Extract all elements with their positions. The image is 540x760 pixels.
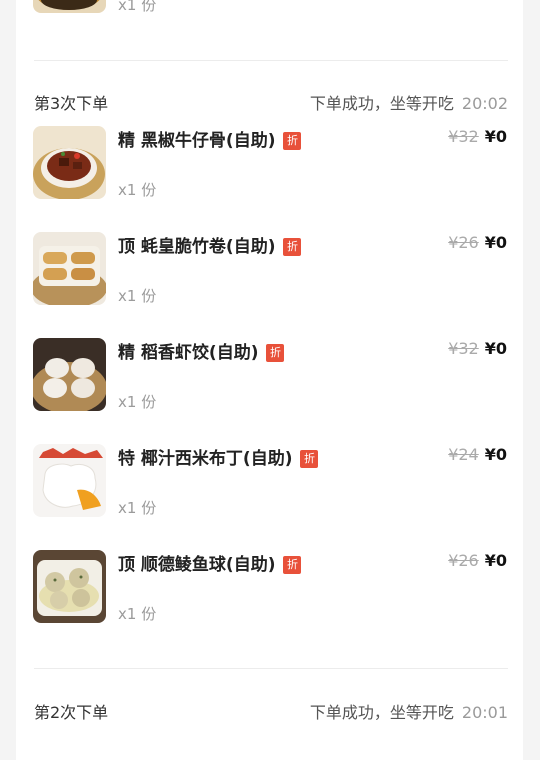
- current-price: ¥0: [484, 339, 507, 358]
- dish-price: ¥24 ¥0: [448, 445, 507, 464]
- order-header: 第2次下单 下单成功，坐等开吃 20:01: [34, 699, 508, 723]
- discount-badge: 折: [283, 132, 302, 150]
- discount-badge: 折: [283, 556, 302, 574]
- original-price: ¥32: [448, 339, 479, 358]
- dish-name-text: 精 黑椒牛仔骨(自助): [118, 131, 276, 151]
- divider: [34, 668, 508, 669]
- dish-quantity: x1 份: [118, 499, 157, 517]
- current-price: ¥0: [484, 551, 507, 570]
- original-price: ¥24: [448, 445, 479, 464]
- dish-price: ¥32 ¥0: [448, 339, 507, 358]
- dish-thumbnail[interactable]: [33, 444, 106, 517]
- dish-name[interactable]: 精 稻香虾饺(自助) 折: [118, 338, 285, 363]
- original-price: ¥26: [448, 233, 479, 252]
- dish-price: ¥32 ¥0: [448, 127, 507, 146]
- dish-thumbnail[interactable]: [33, 338, 106, 411]
- dish-thumbnail[interactable]: [33, 126, 106, 199]
- current-price: ¥0: [484, 127, 507, 146]
- discount-badge: 折: [300, 450, 319, 468]
- dish-quantity: x1 份: [118, 0, 157, 14]
- dish-name[interactable]: 特 椰汁西米布丁(自助) 折: [118, 444, 319, 469]
- dish-price: ¥26 ¥0: [448, 233, 507, 252]
- dish-quantity: x1 份: [118, 287, 157, 305]
- discount-badge: 折: [266, 344, 285, 362]
- order-status-group: 下单成功，坐等开吃 20:02: [310, 90, 508, 114]
- dish-name-text: 顶 顺德鲮鱼球(自助): [118, 555, 276, 575]
- dish-name-text: 精 稻香虾饺(自助): [118, 343, 259, 363]
- dish-quantity: x1 份: [118, 605, 157, 623]
- current-price: ¥0: [484, 445, 507, 464]
- dish-name[interactable]: 顶 顺德鲮鱼球(自助) 折: [118, 550, 302, 575]
- order-status-group: 下单成功，坐等开吃 20:01: [310, 699, 508, 723]
- order-status: 下单成功，坐等开吃: [309, 703, 454, 722]
- order-status: 下单成功，坐等开吃: [309, 94, 454, 113]
- dish-name[interactable]: 顶 蚝皇脆竹卷(自助) 折: [118, 232, 302, 257]
- dish-name[interactable]: 精 黑椒牛仔骨(自助) 折: [118, 126, 302, 151]
- dish-thumbnail[interactable]: [33, 550, 106, 623]
- current-price: ¥0: [484, 233, 507, 252]
- dish-thumbnail[interactable]: [33, 0, 106, 13]
- order-time: 20:02: [461, 94, 508, 113]
- discount-badge: 折: [283, 238, 302, 256]
- order-number: 第2次下单: [34, 703, 109, 722]
- dish-quantity: x1 份: [118, 393, 157, 411]
- dish-price: ¥26 ¥0: [448, 551, 507, 570]
- divider: [34, 60, 508, 61]
- dish-thumbnail[interactable]: [33, 232, 106, 305]
- original-price: ¥26: [448, 551, 479, 570]
- original-price: ¥32: [448, 127, 479, 146]
- dish-quantity: x1 份: [118, 181, 157, 199]
- dish-name-text: 顶 蚝皇脆竹卷(自助): [118, 237, 276, 257]
- order-number: 第3次下单: [34, 94, 109, 113]
- order-time: 20:01: [461, 703, 508, 722]
- order-header: 第3次下单 下单成功，坐等开吃 20:02: [34, 90, 508, 114]
- dish-name-text: 特 椰汁西米布丁(自助): [118, 449, 293, 469]
